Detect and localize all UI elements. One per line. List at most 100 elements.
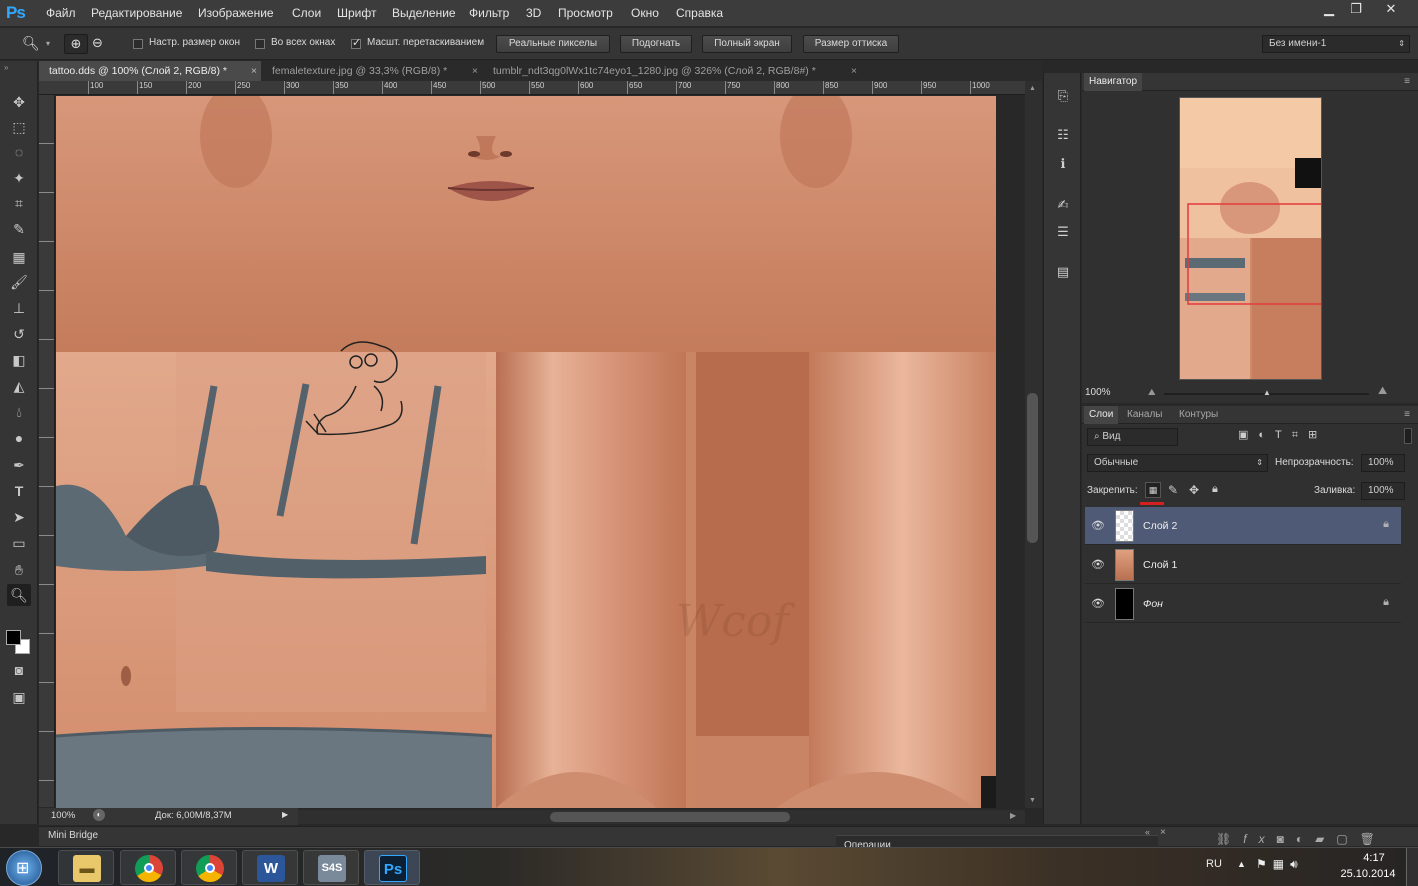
restore-icon[interactable]: ❐ (1341, 0, 1371, 20)
workspace-select[interactable]: Без имени-1 ⇕ (1262, 35, 1410, 53)
layer-row-background[interactable]: 👁︎ Фон 🔒︎ (1085, 585, 1401, 623)
fx-icon[interactable]: fx (1243, 832, 1276, 846)
collapse-panel-icon[interactable]: « (1145, 827, 1150, 837)
navigator-thumbnail[interactable] (1179, 97, 1322, 380)
foreground-color-swatch[interactable] (6, 630, 21, 645)
brush-tool-icon[interactable]: 🖌︎ (7, 271, 31, 293)
move-tool-icon[interactable]: ✥ (7, 91, 31, 113)
navigator-slider-thumb[interactable]: ▲ (1263, 388, 1271, 397)
scrubby-zoom-checkbox[interactable] (351, 36, 361, 49)
filter-kind-icons[interactable]: ▣◐T⌗⊞ (1238, 428, 1327, 442)
new-group-icon[interactable]: ▰ (1315, 832, 1336, 846)
crop-tool-icon[interactable]: ⌗ (7, 192, 31, 214)
panel-menu-icon[interactable]: ≡ (1404, 406, 1410, 424)
path-select-icon[interactable]: ➤ (7, 506, 31, 528)
close-tab-icon[interactable]: × (851, 61, 857, 81)
dodge-tool-icon[interactable]: ● (7, 427, 31, 449)
layer-name[interactable]: Фон (1143, 598, 1163, 610)
history-panel-icon[interactable]: ⎘ (1054, 87, 1072, 105)
adjustments-panel-icon[interactable]: ☰ (1054, 223, 1072, 241)
menu-image[interactable]: Изображение (198, 6, 274, 20)
horizontal-scrollbar[interactable]: ▶ (298, 810, 1025, 824)
menu-file[interactable]: Файл (46, 6, 76, 20)
actual-pixels-button[interactable]: Реальные пикселы (496, 35, 610, 53)
menu-window[interactable]: Окно (631, 6, 659, 20)
link-layers-icon[interactable]: ⛓ (1216, 832, 1243, 846)
resize-windows-checkbox[interactable] (133, 39, 143, 49)
layer-filter-select[interactable]: ⌕ Вид (1087, 428, 1178, 446)
taskbar-explorer[interactable]: ▬ (58, 850, 114, 885)
hand-tool-icon[interactable]: ✋︎ (7, 559, 31, 581)
menu-layers[interactable]: Слои (292, 6, 321, 20)
show-desktop-button[interactable] (1406, 848, 1418, 886)
scroll-right-icon[interactable]: ▶ (1010, 811, 1016, 820)
status-zoom[interactable]: 100% (51, 810, 75, 821)
clock-date[interactable]: 25.10.2014 (1336, 868, 1400, 880)
fit-screen-button[interactable]: Подогнать (620, 35, 692, 53)
zoom-in-icon[interactable]: ⊕ (64, 34, 88, 54)
clock-time[interactable]: 4:17 (1354, 852, 1394, 864)
taskbar-chrome[interactable] (120, 850, 176, 885)
minimize-icon[interactable]: ▁ (1314, 0, 1344, 20)
eraser-icon[interactable]: ◧ (7, 349, 31, 371)
eyedropper-icon[interactable]: ✎ (7, 218, 31, 240)
blend-mode-select[interactable]: Обычные ⇕ (1087, 454, 1268, 472)
lock-all-icon[interactable]: 🔒︎ (1212, 483, 1218, 496)
tab-tattoo[interactable]: tattoo.dds @ 100% (Слой 2, RGB/8) * × (39, 61, 261, 81)
visibility-eye-icon[interactable]: 👁︎ (1091, 558, 1105, 571)
volume-icon[interactable]: 🔊︎ (1290, 857, 1304, 871)
new-layer-icon[interactable]: ▢ (1336, 832, 1359, 846)
zoom-in-mountain-icon[interactable]: ⛰ (1378, 385, 1387, 398)
language-indicator[interactable]: RU (1206, 858, 1222, 870)
opacity-input[interactable]: 100% (1361, 454, 1405, 472)
taskbar-s4s[interactable]: S4S (303, 850, 359, 885)
quick-mask-icon[interactable]: ◙ (7, 659, 31, 681)
delete-layer-icon[interactable]: 🗑︎ (1360, 832, 1387, 846)
zoom-tool-preset-icon[interactable]: 🔍︎ (22, 35, 40, 52)
network-icon[interactable]: ▦ (1273, 857, 1290, 871)
magic-wand-icon[interactable]: ✦ (7, 167, 31, 189)
tab-tumblr[interactable]: tumblr_ndt3qg0lWx1tc74eyo1_1280.jpg @ 32… (483, 61, 861, 81)
screen-mode-icon[interactable]: ▣ (7, 686, 31, 708)
menu-view[interactable]: Просмотр (558, 6, 613, 20)
menu-type[interactable]: Шрифт (337, 6, 376, 20)
menu-filter[interactable]: Фильтр (469, 6, 509, 20)
lock-pixels-icon[interactable]: ✎ (1168, 483, 1178, 497)
type-tool-icon[interactable]: T (7, 480, 31, 502)
blur-tool-icon[interactable]: 💧︎ (7, 401, 31, 423)
rectangle-tool-icon[interactable]: ▭ (7, 532, 31, 554)
visibility-eye-icon[interactable]: 👁︎ (1091, 519, 1105, 532)
layer-name[interactable]: Слой 1 (1143, 559, 1177, 571)
properties-panel-icon[interactable]: ☷ (1054, 126, 1072, 144)
marquee-tool-icon[interactable]: ⬚ (7, 116, 31, 138)
brush-panel-icon[interactable]: ✍ (1054, 196, 1072, 214)
actions-panel-icon[interactable]: ▤ (1054, 263, 1072, 281)
tab-channels[interactable]: Каналы (1122, 406, 1168, 424)
zoom-out-mountain-icon[interactable]: ⛰ (1148, 387, 1156, 398)
all-windows-checkbox[interactable] (255, 39, 265, 49)
taskbar-word[interactable]: W (242, 850, 298, 885)
zoom-tool-icon[interactable]: 🔍︎ (7, 584, 31, 606)
show-hidden-icons-icon[interactable]: ▲ (1237, 859, 1246, 869)
vertical-scrollbar[interactable]: ▲ ▼ (1025, 81, 1042, 808)
document-canvas[interactable]: Wcof (56, 96, 996, 808)
scroll-down-icon[interactable]: ▼ (1029, 797, 1036, 804)
mini-bridge-tab[interactable]: Mini Bridge (48, 830, 98, 841)
add-mask-icon[interactable]: ◙ (1277, 832, 1296, 846)
taskbar-chrome-2[interactable] (181, 850, 237, 885)
zoom-out-icon[interactable]: ⊖ (92, 35, 103, 51)
filter-toggle[interactable] (1404, 428, 1412, 444)
tab-navigator[interactable]: Навигатор (1084, 73, 1143, 91)
tab-paths[interactable]: Контуры (1174, 406, 1223, 424)
horizontal-scroll-thumb[interactable] (550, 812, 790, 822)
lock-position-icon[interactable]: ✥ (1189, 483, 1199, 497)
adjustment-layer-icon[interactable]: ◐ (1296, 832, 1315, 846)
close-icon[interactable]: ✕ (1376, 0, 1406, 20)
print-size-button[interactable]: Размер оттиска (803, 35, 899, 53)
navigator-zoom[interactable]: 100% (1085, 387, 1111, 398)
status-menu-icon[interactable]: ▶ (282, 810, 288, 819)
history-brush-icon[interactable]: ↺ (7, 323, 31, 345)
paint-bucket-icon[interactable]: ◭ (7, 375, 31, 397)
horizontal-ruler[interactable]: 100 150 200 250 300 350 400 450 500 550 … (39, 81, 1025, 95)
close-tab-icon[interactable]: × (251, 61, 257, 81)
